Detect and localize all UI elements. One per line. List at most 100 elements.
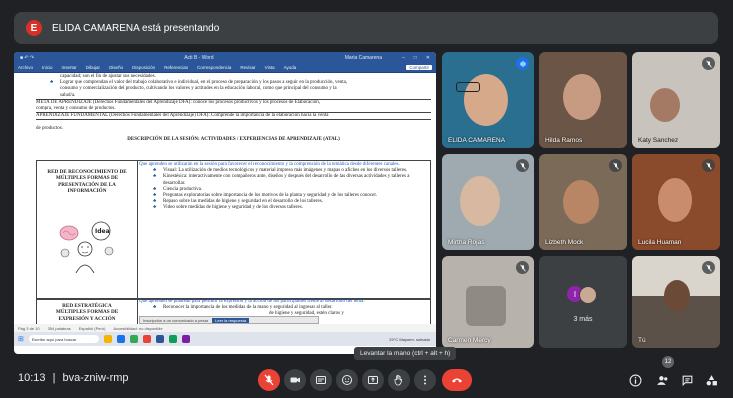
ribbon-tab: Ayuda <box>283 65 297 70</box>
meeting-separator: | <box>52 372 56 384</box>
mic-off-icon <box>702 261 715 274</box>
participant-name: Lizbeth Mock <box>545 239 584 246</box>
raise-hand-tooltip: Levantar la mano (ctrl + alt + h) <box>354 347 457 360</box>
red1-content-cell: Que aprenden se utilizarán en la sesión … <box>139 161 427 299</box>
red1-intro: Que aprenden se utilizarán en la sesión … <box>139 162 400 167</box>
red1-title: RED DE RECONOCIMIENTO DE MÚLTIPLES FORMA… <box>47 169 127 195</box>
presenter-avatar: E <box>26 20 42 36</box>
mic-off-icon <box>702 57 715 70</box>
participant-video-icon <box>664 280 690 312</box>
ribbon-tab: Disposición <box>132 65 156 70</box>
meeting-code: bva-zniw-rmp <box>62 372 129 384</box>
leave-call-button[interactable] <box>442 369 472 391</box>
chat-button[interactable] <box>679 372 695 388</box>
people-icon <box>656 375 667 385</box>
meeting-time: 10:13 <box>18 372 46 384</box>
shared-screen: ■ ↶ ↷ Acti B - Word Maria Camarena – □ ✕ A… <box>14 52 436 354</box>
presenting-text: ELIDA CAMARENA está presentando <box>52 22 220 34</box>
captions-icon <box>316 376 326 384</box>
participant-tile[interactable]: Hilda Ramos <box>539 52 627 148</box>
participant-video-icon <box>466 286 506 326</box>
close-icon: ✕ <box>425 54 430 61</box>
ribbon-tab: Insertar <box>61 65 77 70</box>
ribbon-tab: Vista <box>264 65 275 70</box>
participant-tile[interactable]: ELIDA CAMARENA <box>442 52 534 148</box>
taskbar-app-icon <box>103 335 112 343</box>
emoji-icon <box>342 375 352 385</box>
chat-icon <box>682 375 692 386</box>
taskbar-weather: 29°C Mayorm. soleado <box>389 336 430 342</box>
speaking-indicator-icon <box>516 57 529 70</box>
participant-name: Mirtha Rojas <box>448 239 485 246</box>
red-reconocimiento-section: RED DE RECONOCIMIENTO DE MÚLTIPLES FORMA… <box>36 160 431 300</box>
camera-toggle-button[interactable] <box>284 369 306 391</box>
notif-button: Leer la respuesta <box>212 317 250 323</box>
captions-button[interactable] <box>310 369 332 391</box>
ribbon-tab: Dibujar <box>85 65 101 70</box>
self-tile[interactable]: Tú <box>632 256 720 348</box>
word-logo-icon: ■ ↶ ↷ <box>20 54 35 61</box>
word-doc-title: Acti B - Word <box>184 54 214 61</box>
participant-tile[interactable]: Katy Sanchez <box>632 52 720 148</box>
participant-name: Hilda Ramos <box>545 137 583 144</box>
maximize-icon: □ <box>413 54 417 61</box>
doc-bullet: Lograr que comprendan el valor del traba… <box>36 80 431 86</box>
windows-start-icon: ⊞ <box>18 336 24 343</box>
participant-name: Tú <box>638 337 646 344</box>
participant-video-icon <box>650 88 680 122</box>
more-participants-tile[interactable]: I 3 más <box>539 256 627 348</box>
word-notification-bar: Inscripción a un comunicado a pesar Leer… <box>139 316 319 324</box>
word-account-name: Maria Camarena <box>344 54 382 61</box>
reactions-button[interactable] <box>336 369 358 391</box>
red1-bullet: Video sobre medidas de higiene y segurid… <box>139 205 427 211</box>
taskbar-app-icon <box>155 335 164 343</box>
people-button[interactable] <box>654 372 670 388</box>
status-item: Pág 3 de 10 <box>18 325 40 331</box>
raise-hand-button[interactable] <box>388 369 410 391</box>
mic-off-icon <box>702 159 715 172</box>
brain-idea-illustration-icon: Idea <box>59 221 114 273</box>
participant-video-icon <box>658 178 692 222</box>
mic-off-icon <box>609 159 622 172</box>
more-options-button[interactable] <box>414 369 436 391</box>
mic-toggle-button[interactable] <box>258 369 280 391</box>
activities-button[interactable] <box>703 372 719 388</box>
participant-tile[interactable]: Carmen Mercy <box>442 256 534 348</box>
idea-label: Idea <box>95 228 110 235</box>
participant-video-icon <box>563 74 601 120</box>
participant-name: Lucila Huaman <box>638 239 682 246</box>
red2-title: RED ESTRATÉGICA MÚLTIPLES FORMAS DE EXPR… <box>55 303 119 322</box>
meeting-details-button[interactable] <box>627 372 643 388</box>
status-item: 354 palabras <box>47 325 71 331</box>
status-item: Español (Perú) <box>78 325 106 331</box>
participant-tile[interactable]: Mirtha Rojas <box>442 154 534 250</box>
participant-tile[interactable]: Lizbeth Mock <box>539 154 627 250</box>
glasses-icon <box>456 82 480 92</box>
taskbar-app-icon <box>181 335 190 343</box>
ribbon-tab: Archivo <box>18 65 34 70</box>
participant-name: Carmen Mercy <box>448 337 491 344</box>
info-icon <box>629 374 641 386</box>
word-document-page: capacidad; son el fin de ajustar sus nec… <box>36 74 431 340</box>
mic-off-icon <box>516 261 529 274</box>
taskbar-search: Escribe aquí para buscar <box>28 335 99 343</box>
meeting-info: 10:13 | bva-zniw-rmp <box>18 372 129 384</box>
ribbon-tab: Diseño <box>109 65 124 70</box>
red1-title-cell: RED DE RECONOCIMIENTO DE MÚLTIPLES FORMA… <box>37 161 138 299</box>
presenting-banner: E ELIDA CAMARENA está presentando <box>14 12 718 44</box>
more-vert-icon <box>424 375 426 385</box>
meeting-control-bar: 10:13 | bva-zniw-rmp <box>0 364 733 398</box>
participant-name: Katy Sanchez <box>638 137 679 144</box>
word-status-bar: Pág 3 de 10 354 palabras Español (Perú) … <box>14 324 436 332</box>
meta-text: META DE APRENDIZAJE (Derechos Fundamenta… <box>36 99 321 105</box>
windows-taskbar: ⊞ Escribe aquí para buscar 29°C Mayorm. … <box>14 332 436 346</box>
taskbar-app-icon <box>129 335 138 343</box>
hand-icon <box>394 374 403 386</box>
minimize-icon: – <box>401 54 405 61</box>
notif-text: Inscripción a un comunicado a pesar <box>143 317 209 323</box>
taskbar-app-icon <box>116 335 125 343</box>
present-button[interactable] <box>362 369 384 391</box>
ribbon-tab: Referencias <box>164 65 189 70</box>
participant-tile[interactable]: Lucila Huaman <box>632 154 720 250</box>
mic-off-icon <box>516 159 529 172</box>
